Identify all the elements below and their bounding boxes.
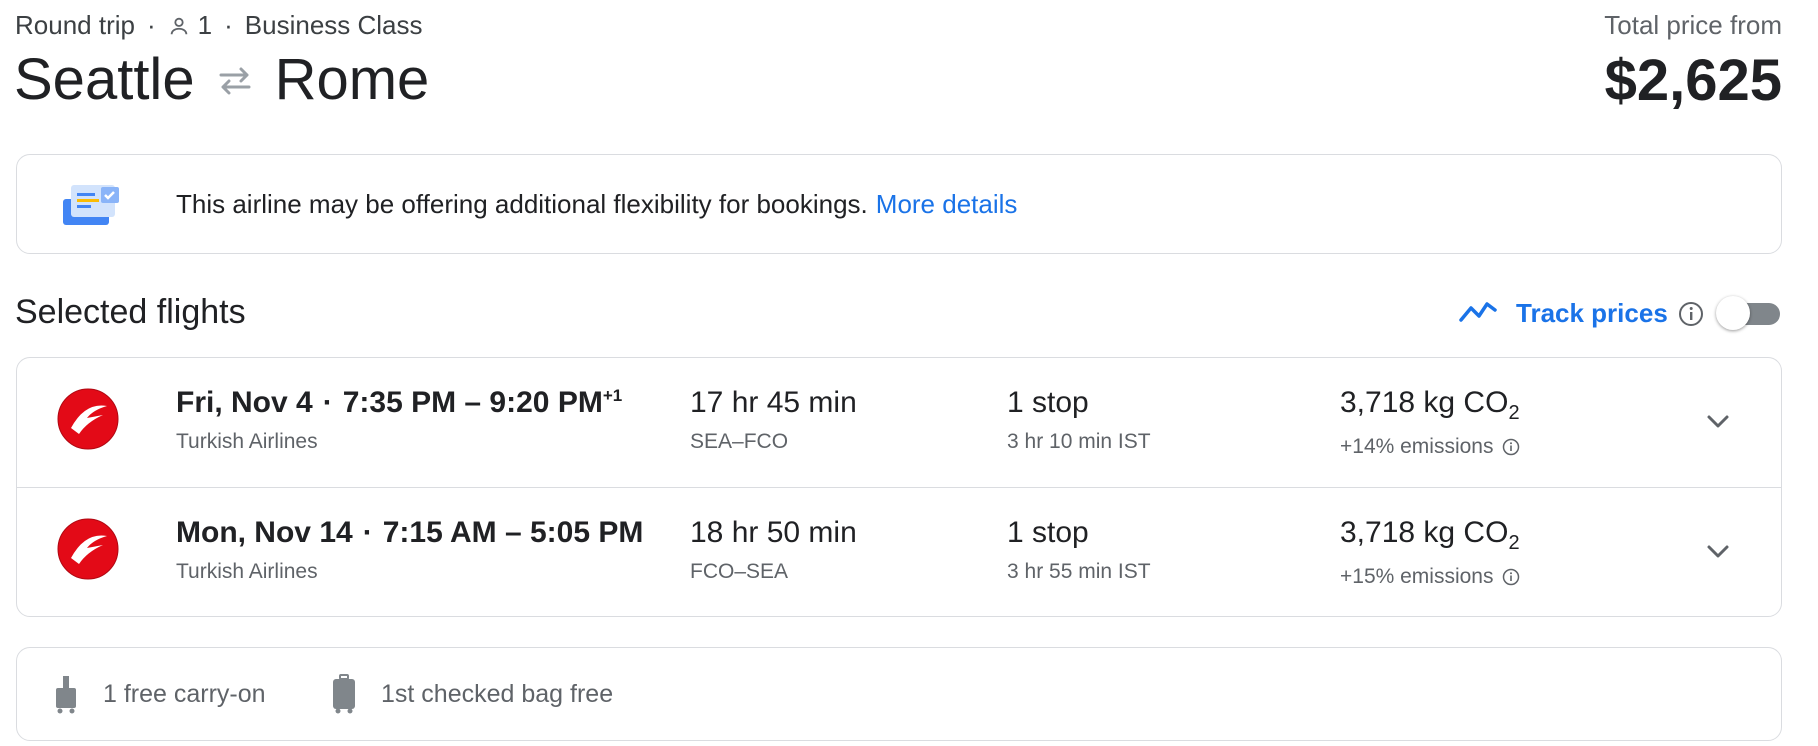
flight-stops: 1 stop 3 hr 55 min IST [1007, 516, 1151, 584]
emissions-delta: +14% emissions [1340, 435, 1520, 459]
flight-times: Mon, Nov 14 · 7:15 AM – 5:05 PM Turkish Ai… [176, 516, 643, 584]
carry-on-label: 1 free carry-on [103, 679, 266, 708]
stops-value: 1 stop [1007, 516, 1089, 549]
flight-duration: 18 hr 50 min FCO–SEA [690, 516, 857, 584]
selected-flights-title: Selected flights [15, 293, 246, 331]
chevron-down-icon[interactable] [1703, 406, 1733, 441]
duration-value: 17 hr 45 min [690, 386, 857, 419]
flexible-booking-icon [61, 181, 123, 234]
flight-date: Fri, Nov 4 [176, 386, 313, 419]
flight-emissions: 3,718 kg CO2 +15% emissions [1340, 516, 1520, 589]
person-icon [168, 15, 190, 37]
passenger-count: 1 [197, 10, 213, 40]
banner-message: This airline may be offering additional … [176, 189, 1017, 220]
emissions-delta: +15% emissions [1340, 565, 1520, 589]
flight-times: Fri, Nov 4 · 7:35 PM – 9:20 PM+1 Turkish A… [176, 386, 622, 454]
route-title: Seattle Rome [14, 46, 429, 113]
flight-row-return[interactable]: Mon, Nov 14 · 7:15 AM – 5:05 PM Turkish Ai… [17, 487, 1781, 616]
flight-date: Mon, Nov 14 [176, 516, 353, 549]
destination-city: Rome [274, 47, 430, 112]
trip-type: Round trip [15, 10, 135, 40]
time-range: 7:15 AM – 5:05 PM [382, 516, 644, 549]
route-codes: SEA–FCO [690, 430, 789, 453]
layover-info: 3 hr 55 min IST [1007, 560, 1151, 583]
stops-value: 1 stop [1007, 386, 1089, 419]
co2-value: 3,718 kg CO2 [1340, 386, 1520, 424]
day-offset: +1 [602, 386, 623, 405]
flight-stops: 1 stop 3 hr 10 min IST [1007, 386, 1151, 454]
departure-info: Fri, Nov 4 · 7:35 PM – 9:20 PM+1 [176, 386, 623, 419]
info-icon[interactable] [1502, 568, 1520, 586]
departure-info: Mon, Nov 14 · 7:15 AM – 5:05 PM [176, 516, 644, 549]
turkish-airlines-logo [57, 518, 119, 585]
flight-row-outbound[interactable]: Fri, Nov 4 · 7:35 PM – 9:20 PM+1 Turkish A… [17, 358, 1781, 487]
price-label: Total price from [1604, 10, 1782, 40]
banner-text: This airline may be offering additional … [176, 188, 868, 219]
checked-bag-icon [331, 674, 357, 714]
flexibility-banner: This airline may be offering additional … [16, 154, 1782, 254]
trip-summary: Round trip · 1 · Business Class [15, 10, 423, 41]
total-price: Total price from $2,625 [1604, 10, 1782, 114]
info-icon[interactable] [1678, 301, 1704, 327]
swap-arrows-icon [217, 65, 253, 95]
price-value: $2,625 [1604, 48, 1782, 113]
turkish-airlines-logo [57, 388, 119, 455]
cabin-class: Business Class [244, 10, 423, 40]
separator-dot: · [146, 10, 156, 40]
airline-name: Turkish Airlines [176, 430, 318, 453]
track-prices[interactable]: Track prices [1458, 298, 1704, 329]
separator-dot: · [224, 10, 233, 40]
flight-duration: 17 hr 45 min SEA–FCO [690, 386, 857, 454]
chevron-down-icon[interactable] [1703, 536, 1733, 571]
origin-city: Seattle [14, 47, 195, 112]
carry-on-bag-icon [53, 674, 79, 714]
flight-emissions: 3,718 kg CO2 +14% emissions [1340, 386, 1520, 459]
selected-flights-list: Fri, Nov 4 · 7:35 PM – 9:20 PM+1 Turkish A… [16, 357, 1782, 617]
info-icon[interactable] [1502, 438, 1520, 456]
co2-value: 3,718 kg CO2 [1340, 516, 1520, 554]
layover-info: 3 hr 10 min IST [1007, 430, 1151, 453]
trend-line-icon [1458, 298, 1498, 329]
track-prices-label[interactable]: Track prices [1516, 298, 1668, 329]
time-range: 7:35 PM – 9:20 PM [342, 386, 603, 419]
more-details-link[interactable]: More details [876, 189, 1018, 219]
checked-bag-info: 1st checked bag free [331, 674, 613, 714]
checked-bag-label: 1st checked bag free [381, 679, 614, 708]
route-codes: FCO–SEA [690, 560, 789, 583]
track-prices-toggle[interactable] [1716, 296, 1782, 330]
duration-value: 18 hr 50 min [690, 516, 857, 549]
carry-on-info: 1 free carry-on [53, 674, 266, 714]
baggage-info: 1 free carry-on 1st checked bag free [16, 647, 1782, 741]
toggle-knob [1716, 296, 1750, 330]
airline-name: Turkish Airlines [176, 560, 318, 583]
